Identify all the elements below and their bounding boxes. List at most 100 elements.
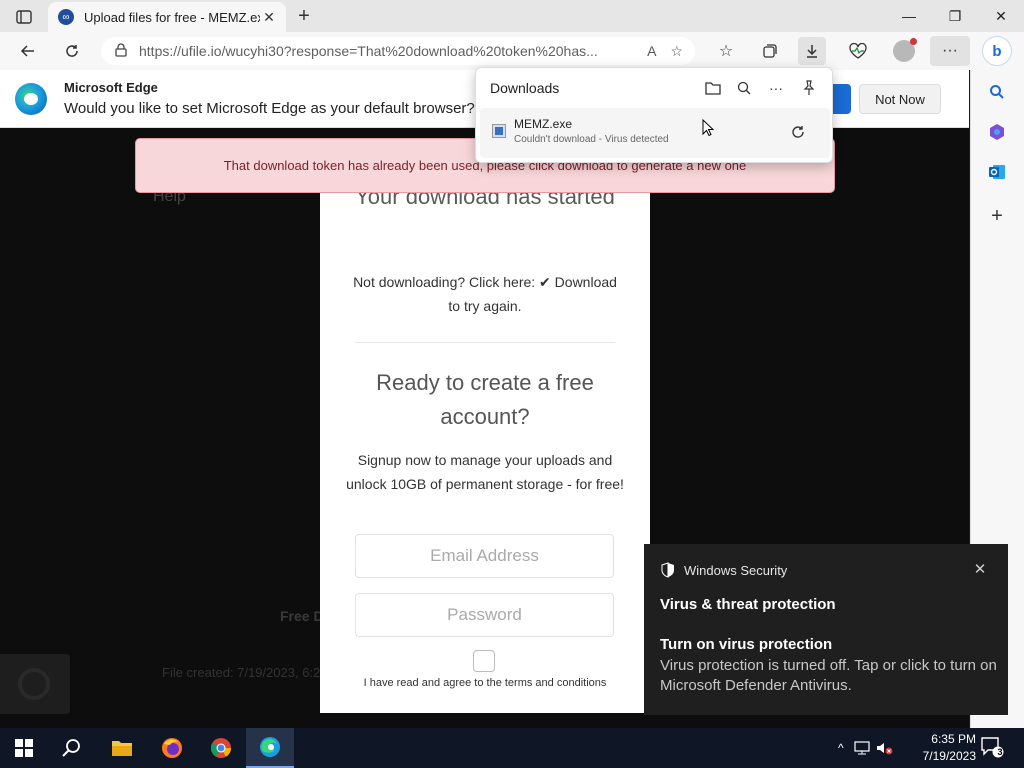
collections-icon bbox=[763, 44, 777, 58]
not-downloading-text[interactable]: Not downloading? Click here: ✔ Download … bbox=[350, 270, 620, 318]
toast-close-button[interactable]: ✕ bbox=[970, 560, 990, 580]
windows-security-toast[interactable]: Windows Security ✕ Virus & threat protec… bbox=[644, 544, 1008, 715]
heart-pulse-icon bbox=[849, 43, 867, 59]
download-item[interactable]: MEMZ.exe Couldn't download - Virus detec… bbox=[480, 108, 830, 158]
shield-icon bbox=[661, 562, 674, 578]
taskbar: ^ 6:35 PM 7/19/2023 3 bbox=[0, 728, 1024, 768]
clock-time: 6:35 PM bbox=[931, 732, 976, 746]
toast-app-name: Windows Security bbox=[684, 563, 788, 578]
action-center-button[interactable]: 3 bbox=[980, 736, 1006, 760]
infobar-title: Microsoft Edge bbox=[64, 80, 158, 95]
clock-date: 7/19/2023 bbox=[922, 749, 976, 763]
download-status: Couldn't download - Virus detected bbox=[514, 134, 669, 145]
open-folder-button[interactable] bbox=[702, 77, 724, 99]
file-created-text: File created: 7/19/2023, 6:2 bbox=[162, 665, 321, 680]
toast-heading: Virus & threat protection bbox=[660, 596, 836, 613]
set-as-default-button[interactable] bbox=[833, 84, 851, 114]
sidebar-tools-button[interactable] bbox=[985, 120, 1009, 144]
file-explorer-button[interactable] bbox=[98, 728, 146, 768]
outlook-icon bbox=[989, 165, 1005, 179]
refresh-icon bbox=[66, 45, 78, 57]
firefox-button[interactable] bbox=[148, 728, 196, 768]
terms-label: I have read and agree to the terms and c… bbox=[363, 677, 607, 689]
favorites-icon: ☆ bbox=[718, 43, 734, 60]
bing-chat-button[interactable]: b bbox=[982, 36, 1012, 66]
toast-body: Virus protection is turned off. Tap or c… bbox=[660, 657, 997, 694]
edge-taskbar-button[interactable] bbox=[246, 728, 294, 768]
retry-download-button[interactable] bbox=[786, 120, 810, 144]
taskbar-clock[interactable]: 6:35 PM 7/19/2023 bbox=[904, 731, 976, 765]
download-filename: MEMZ.exe bbox=[514, 117, 573, 131]
downloads-panel: Downloads ··· MEMZ.exe Couldn't download… bbox=[475, 67, 833, 163]
window-close-button[interactable]: ✕ bbox=[978, 0, 1024, 32]
browser-tab[interactable]: ∞ Upload files for free - MEMZ.exe ✕ bbox=[48, 2, 286, 32]
edge-icon bbox=[260, 737, 280, 757]
settings-menu-button[interactable]: ··· bbox=[930, 36, 970, 66]
sidebar-search-button[interactable] bbox=[985, 80, 1009, 104]
pin-downloads-button[interactable] bbox=[798, 77, 820, 99]
tab-actions-button[interactable] bbox=[10, 6, 38, 28]
sidebar-add-button[interactable]: + bbox=[985, 204, 1009, 228]
favorite-star-icon[interactable]: ☆ bbox=[670, 43, 683, 60]
browser-essentials-button[interactable] bbox=[844, 37, 872, 65]
lock-icon bbox=[115, 42, 139, 60]
search-icon bbox=[737, 81, 751, 95]
restore-button[interactable]: ❐ bbox=[932, 0, 978, 32]
downloads-more-button[interactable]: ··· bbox=[765, 77, 787, 99]
tab-actions-icon bbox=[16, 10, 32, 24]
tools-icon bbox=[990, 124, 1004, 140]
edge-logo-icon bbox=[15, 83, 47, 115]
terms-checkbox[interactable] bbox=[473, 650, 495, 672]
notification-count-badge: 3 bbox=[997, 747, 1003, 757]
chrome-button[interactable] bbox=[197, 728, 245, 768]
search-downloads-button[interactable] bbox=[733, 77, 755, 99]
search-icon bbox=[990, 85, 1004, 99]
downloads-button[interactable] bbox=[798, 37, 826, 65]
toast-sub-heading: Turn on virus protection bbox=[660, 636, 833, 653]
recaptcha-icon bbox=[18, 668, 50, 700]
profile-button[interactable] bbox=[890, 37, 918, 65]
tab-title: Upload files for free - MEMZ.exe bbox=[84, 9, 260, 25]
sidebar-outlook-button[interactable] bbox=[985, 160, 1009, 184]
exe-file-icon bbox=[492, 124, 506, 138]
read-aloud-icon[interactable]: A bbox=[647, 43, 656, 60]
minimize-button[interactable]: — bbox=[886, 0, 932, 32]
title-bar: ∞ Upload files for free - MEMZ.exe ✕ + —… bbox=[0, 0, 1024, 32]
back-button[interactable] bbox=[14, 37, 42, 65]
windows-logo-icon bbox=[15, 739, 33, 757]
tab-close-button[interactable]: ✕ bbox=[260, 9, 278, 26]
signup-text: Signup now to manage your uploads and un… bbox=[346, 452, 624, 492]
not-now-button[interactable]: Not Now bbox=[859, 84, 941, 114]
url-text: https://ufile.io/wucyhi30?response=That%… bbox=[139, 43, 598, 59]
search-icon bbox=[62, 739, 80, 757]
back-arrow-icon bbox=[20, 45, 34, 57]
infobar-message: Would you like to set Microsoft Edge as … bbox=[64, 100, 475, 117]
favorites-button[interactable]: ☆ bbox=[712, 37, 740, 65]
download-card: Your download has started Not downloadin… bbox=[320, 180, 650, 713]
network-icon[interactable] bbox=[854, 741, 870, 755]
bing-icon: b bbox=[992, 42, 1002, 60]
taskbar-search-button[interactable] bbox=[48, 728, 96, 768]
card-divider bbox=[355, 342, 615, 343]
plus-icon: + bbox=[991, 204, 1003, 227]
refresh-button[interactable] bbox=[58, 37, 86, 65]
system-tray: ^ bbox=[838, 728, 894, 768]
pin-icon bbox=[803, 80, 815, 95]
start-button[interactable] bbox=[0, 728, 48, 768]
recaptcha-badge bbox=[0, 654, 70, 714]
chrome-icon bbox=[210, 738, 231, 758]
folder-icon bbox=[705, 82, 721, 95]
address-bar[interactable]: https://ufile.io/wucyhi30?response=That%… bbox=[101, 37, 695, 65]
avatar bbox=[893, 38, 917, 62]
more-dots-icon: ··· bbox=[942, 42, 958, 59]
email-field[interactable]: Email Address bbox=[355, 534, 614, 578]
downloads-title: Downloads bbox=[490, 80, 560, 96]
volume-muted-icon[interactable] bbox=[876, 741, 894, 755]
retry-icon bbox=[792, 126, 804, 138]
free-download-button[interactable]: Free D bbox=[280, 608, 324, 624]
tray-chevron-icon[interactable]: ^ bbox=[838, 741, 844, 755]
new-tab-button[interactable]: + bbox=[292, 5, 316, 27]
ready-heading: Ready to create a free account? bbox=[376, 370, 594, 429]
collections-button[interactable] bbox=[756, 37, 784, 65]
password-field[interactable]: Password bbox=[355, 593, 614, 637]
